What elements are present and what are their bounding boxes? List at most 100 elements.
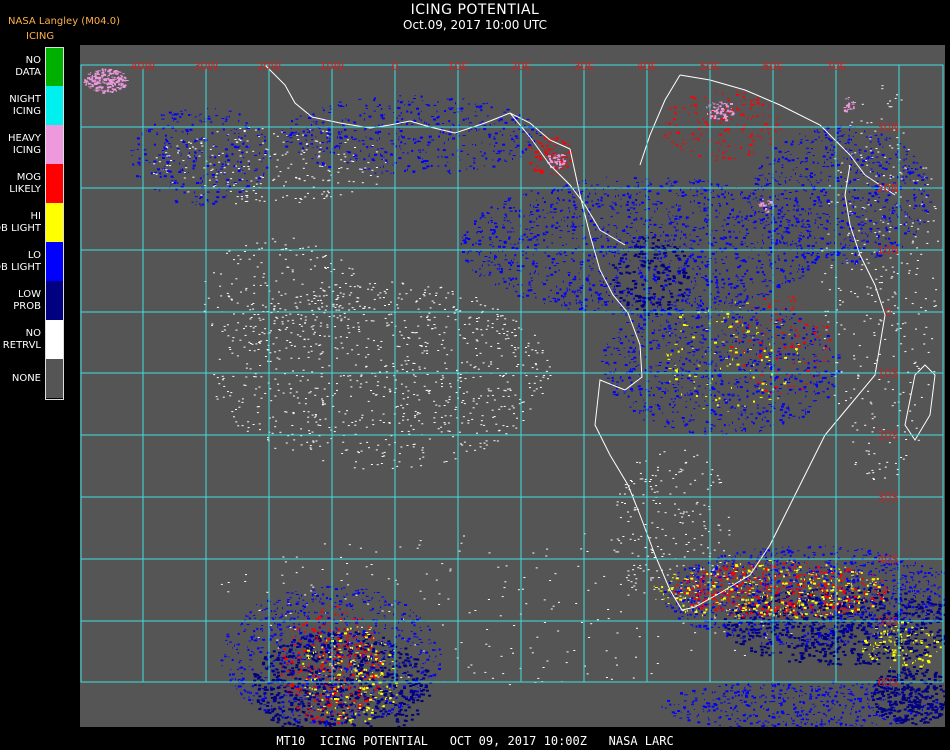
no-retrieval-speckle: [339, 315, 342, 317]
no-retrieval-speckle: [324, 266, 326, 268]
no-retrieval-speckle: [467, 422, 470, 424]
lo-prob-light-cloud: [489, 271, 492, 274]
no-retrieval-speckle: [410, 425, 413, 427]
no-retrieval-speckle: [478, 317, 480, 319]
lo-prob-light-cloud: [563, 301, 565, 304]
no-retrieval-speckle: [854, 422, 857, 424]
no-retrieval-speckle: [400, 334, 403, 336]
lo-prob-light-cloud: [479, 217, 481, 220]
lo-prob-light-cloud: [475, 251, 478, 253]
lo-prob-light-cloud: [647, 196, 649, 198]
no-retrieval-speckle: [925, 167, 928, 169]
no-retrieval-speckle: [909, 382, 912, 383]
no-retrieval-speckle: [466, 342, 469, 344]
no-retrieval-speckle: [226, 252, 228, 254]
no-retrieval-speckle: [704, 528, 707, 530]
lo-prob-light-cloud: [608, 363, 610, 366]
no-retrieval-speckle: [250, 317, 253, 318]
lo-prob-light-cloud: [777, 390, 779, 392]
no-retrieval-speckle: [433, 422, 436, 423]
lo-prob-light-cloud: [789, 318, 791, 320]
lo-prob-light-cloud: [704, 189, 708, 192]
lo-prob-light-cloud: [677, 195, 679, 196]
no-retrieval-speckle: [694, 479, 697, 481]
no-retrieval-speckle: [651, 474, 654, 476]
lo-prob-light-cloud: [573, 204, 577, 207]
lo-prob-light-cloud: [448, 120, 451, 123]
lo-prob-light-cloud: [679, 245, 681, 248]
lo-prob-light-cloud: [669, 263, 671, 265]
no-retrieval-speckle: [503, 323, 506, 325]
lo-prob-light-cloud: [508, 283, 510, 286]
lo-prob-light-cloud: [721, 286, 723, 288]
no-retrieval-speckle: [866, 164, 869, 166]
lo-prob-light-cloud: [695, 401, 698, 403]
lo-prob-light-cloud: [601, 304, 603, 306]
lo-prob-light-cloud: [680, 367, 683, 369]
no-retrieval-speckle: [469, 445, 472, 447]
no-retrieval-speckle: [480, 424, 483, 426]
lo-prob-light-cloud: [354, 138, 358, 140]
lo-prob-light-cloud: [522, 254, 524, 256]
lo-prob-light-cloud: [701, 346, 703, 348]
no-retrieval-speckle: [237, 263, 240, 265]
lo-prob-light-cloud: [776, 326, 780, 329]
no-retrieval-speckle: [493, 399, 496, 401]
lo-prob-light-cloud: [483, 165, 485, 167]
no-retrieval-speckle: [916, 180, 919, 182]
no-retrieval-speckle: [509, 388, 511, 390]
lo-prob-light-cloud: [512, 130, 515, 132]
lo-prob-light-cloud: [688, 302, 690, 305]
lo-prob-light-cloud: [527, 295, 530, 297]
lo-prob-light-cloud: [438, 135, 440, 138]
lo-prob-light-cloud: [803, 370, 806, 372]
lo-prob-light-cloud: [512, 155, 516, 156]
no-retrieval-speckle: [452, 436, 455, 438]
lo-prob-light-cloud: [676, 411, 679, 413]
lo-prob-light-cloud: [762, 218, 764, 221]
lo-prob-light-cloud: [686, 245, 687, 247]
no-retrieval-speckle: [872, 477, 875, 479]
no-retrieval-speckle: [334, 426, 337, 428]
no-retrieval-speckle: [243, 131, 246, 133]
no-retrieval-speckle: [483, 442, 486, 444]
no-retrieval-speckle: [310, 250, 313, 252]
lo-prob-light-cloud: [472, 144, 474, 145]
lo-prob-light-cloud: [522, 239, 525, 241]
lo-prob-light-cloud: [715, 308, 717, 310]
lo-prob-light-cloud: [420, 119, 422, 122]
no-retrieval-speckle: [346, 353, 349, 355]
lo-prob-light-cloud: [513, 231, 515, 233]
lo-prob-light-cloud: [510, 264, 513, 267]
lo-prob-light-cloud: [553, 265, 557, 267]
lo-prob-light-cloud: [445, 133, 447, 135]
lo-prob-light-cloud: [311, 158, 314, 160]
lo-prob-light-cloud: [798, 358, 800, 361]
lo-prob-light-cloud: [618, 341, 620, 342]
no-retrieval-speckle: [619, 583, 622, 585]
no-retrieval-speckle: [660, 549, 663, 551]
lo-prob-light-cloud: [551, 189, 554, 192]
lo-prob-light-cloud: [668, 403, 671, 406]
no-retrieval-speckle: [463, 324, 466, 325]
no-retrieval-speckle: [681, 469, 684, 471]
no-retrieval-speckle: [259, 429, 261, 431]
lo-prob-light-cloud: [677, 270, 678, 273]
no-retrieval-speckle: [891, 147, 894, 149]
lo-prob-light-cloud: [784, 411, 788, 414]
lo-prob-light-cloud: [398, 157, 402, 160]
lo-prob-light-cloud: [789, 413, 792, 416]
no-retrieval-speckle: [396, 405, 399, 407]
lo-prob-light-cloud: [615, 368, 617, 371]
no-retrieval-speckle: [414, 410, 417, 412]
no-retrieval-speckle: [651, 552, 654, 554]
no-retrieval-speckle: [341, 347, 344, 349]
no-retrieval-speckle: [304, 594, 307, 596]
no-retrieval-speckle: [257, 314, 260, 315]
lo-prob-light-cloud: [505, 160, 508, 162]
no-retrieval-speckle: [258, 248, 261, 250]
lo-prob-light-cloud: [732, 341, 733, 343]
no-retrieval-speckle: [691, 510, 694, 512]
no-retrieval-speckle: [723, 631, 726, 633]
lo-prob-light-cloud: [722, 345, 726, 347]
